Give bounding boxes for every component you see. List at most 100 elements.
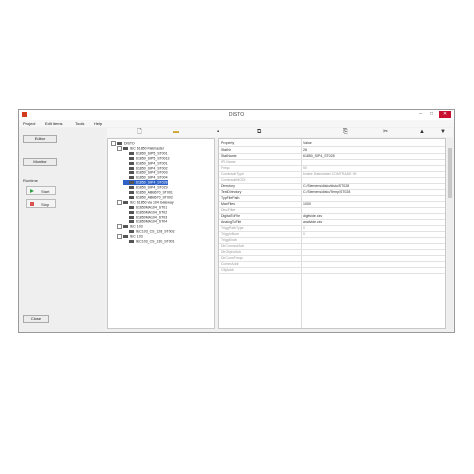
toolbar: 🗋 ▬ ▪ ⧉ ⎘ ✂ ▲ ▼: [107, 128, 453, 137]
property-value[interactable]: 0: [303, 226, 305, 230]
device-icon: [129, 195, 134, 199]
monitor-button[interactable]: Monitor: [23, 158, 57, 166]
protocol-icon: [123, 235, 128, 239]
tree-node[interactable]: IEC103_CS_130_ST001: [123, 239, 175, 244]
tree-node-label: IEC 61850 Flatmaster: [130, 146, 165, 151]
protocol-icon: [123, 146, 128, 150]
property-name: TriggEnab: [221, 238, 238, 242]
paste-icon[interactable]: ⎘: [343, 129, 348, 135]
tree-node-label: 61850_SIP4_ST003: [136, 170, 168, 175]
move-up-icon[interactable]: ▲: [419, 129, 425, 135]
property-name: TriggPathType: [221, 226, 244, 230]
menu-edit-items[interactable]: Edit items: [45, 121, 63, 126]
close-button[interactable]: Close: [23, 315, 49, 323]
project-tree[interactable]: DISTO IEC 61850 Flatmaster 61850_SIP5_ST00…: [107, 138, 215, 329]
editor-button[interactable]: Editor: [23, 135, 57, 143]
property-header: Property Value: [219, 140, 445, 147]
device-icon: [129, 171, 134, 175]
property-value[interactable]: 50: [303, 166, 307, 170]
tree-node-label: 61850_SIP5_ST0013: [136, 156, 170, 161]
property-value[interactable]: 28: [303, 148, 307, 152]
property-name: DirConnectAdr: [221, 244, 244, 248]
property-name: IPI.Name: [221, 160, 236, 164]
property-name: AnalogToFile: [221, 220, 242, 224]
left-panel: Editor Monitor Runtime Start Stop Close: [19, 128, 103, 332]
expander-icon[interactable]: [117, 224, 122, 230]
station-icon: [117, 142, 122, 145]
cut-icon[interactable]: ✂: [383, 129, 388, 135]
property-value[interactable]: 0: [303, 232, 305, 236]
menu-help[interactable]: Help: [94, 121, 102, 126]
device-icon: [129, 191, 134, 194]
property-name: ComtradeType: [221, 172, 244, 176]
tree-node-label: 61850_ABB670_ST001: [136, 190, 173, 195]
save-icon[interactable]: ▪: [217, 129, 219, 135]
start-label: Start: [41, 189, 50, 194]
runtime-label: Runtime: [23, 178, 38, 183]
property-name: DigitalToFile: [221, 214, 241, 218]
protocol-icon: [123, 225, 128, 229]
property-name: ObjAddr: [221, 268, 234, 272]
property-value[interactable]: 61850_SIP4_ST028: [303, 154, 335, 158]
tree-node-label: 61850_SIP4_ST028: [136, 180, 168, 185]
property-name: Directory: [221, 184, 236, 188]
header-value: Value: [303, 141, 312, 145]
title-bar: DISTO – □ ✕: [19, 110, 454, 120]
tree-node-label: 61850_SIP4_ST002: [136, 165, 168, 170]
device-icon: [129, 166, 134, 170]
property-name: DirConnFreqs: [221, 256, 243, 260]
maximize-button[interactable]: □: [427, 111, 436, 118]
device-icon: [129, 151, 134, 155]
expander-icon[interactable]: [117, 199, 122, 205]
tree-node-label: IEC 103: [130, 234, 143, 239]
property-name: Freqc: [221, 166, 230, 170]
menu-bar: Project Edit items Tools Help: [19, 120, 454, 127]
menu-project[interactable]: Project: [23, 121, 35, 126]
device-icon: [129, 186, 134, 190]
header-property: Property: [221, 141, 235, 145]
expander-icon[interactable]: [117, 145, 122, 151]
move-down-icon[interactable]: ▼: [440, 129, 446, 135]
protocol-icon: [123, 200, 128, 204]
property-name: StatNr: [221, 148, 231, 152]
minimize-button[interactable]: –: [416, 111, 425, 118]
device-icon: [129, 176, 134, 180]
copy-icon[interactable]: ⧉: [257, 129, 261, 135]
scrollbar-thumb[interactable]: [448, 148, 452, 198]
expander-icon[interactable]: [111, 141, 116, 146]
device-icon: [129, 240, 134, 243]
property-value[interactable]: C:/Siemens/disto/Temp/ST028: [303, 190, 350, 194]
property-name: MaxFiles: [221, 202, 236, 206]
device-icon: [129, 181, 134, 185]
stop-icon: [30, 202, 34, 206]
menu-tools[interactable]: Tools: [75, 121, 84, 126]
property-row[interactable]: ObjAddr: [219, 267, 445, 274]
device-icon: [129, 156, 134, 160]
window-title: DISTO: [228, 112, 245, 118]
close-window-button[interactable]: ✕: [439, 111, 451, 118]
expander-icon[interactable]: [117, 234, 122, 240]
property-value[interactable]: analvide.csv: [303, 220, 322, 224]
tree-node-label: IEC 103: [130, 224, 143, 229]
property-value[interactable]: binäre Datendatei COMTRADE 99: [303, 172, 357, 176]
start-button[interactable]: Start: [26, 186, 56, 195]
open-folder-icon[interactable]: ▬: [173, 129, 179, 135]
device-icon: [129, 205, 134, 209]
device-icon: [129, 215, 134, 219]
property-value[interactable]: 1000: [303, 202, 311, 206]
new-file-icon[interactable]: 🗋: [137, 129, 142, 135]
tree-node-label: 61850MA104_ST02: [136, 210, 168, 215]
play-icon: [30, 189, 34, 193]
vertical-scrollbar[interactable]: [447, 138, 453, 329]
device-icon: [129, 210, 134, 214]
tree-node-label: 61850_SIP4_ST001: [136, 161, 168, 166]
property-name: TriggInNum: [221, 232, 240, 236]
property-value[interactable]: C:/Siemens/disto/disto/ST028: [303, 184, 349, 188]
tree-node-label: 61850_SIP4_ST004: [136, 175, 168, 180]
app-window: DISTO – □ ✕ Project Edit items Tools Hel…: [18, 109, 455, 333]
property-value[interactable]: digitvide.csv: [303, 214, 322, 218]
property-name: DiscFilter: [221, 208, 236, 212]
stop-button[interactable]: Stop: [26, 199, 56, 208]
property-name: ComtradeMODI: [221, 178, 246, 182]
tree-node-label: 61850MA104_ST04: [136, 219, 168, 224]
